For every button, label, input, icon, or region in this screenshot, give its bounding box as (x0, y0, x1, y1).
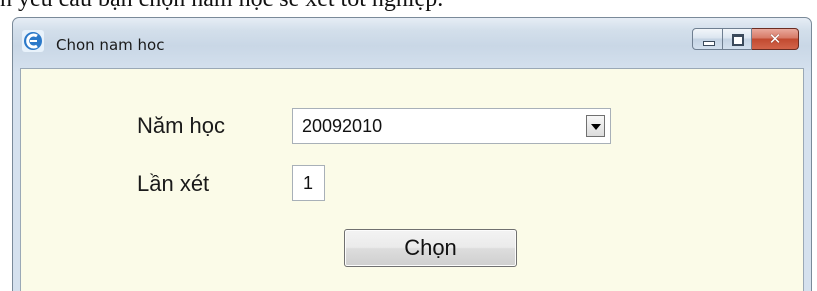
chevron-down-icon (591, 124, 601, 130)
window-controls: ✕ (692, 28, 799, 52)
minimize-button[interactable] (692, 28, 723, 50)
maximize-icon (732, 34, 744, 46)
dialog-window: Chon nam hoc ✕ Năm học 20092010 Lần xét … (12, 17, 812, 291)
close-icon: ✕ (768, 30, 782, 48)
round-label: Lần xét (137, 171, 210, 196)
year-select[interactable]: 20092010 (292, 108, 611, 144)
year-dropdown-button[interactable] (586, 115, 605, 137)
document-caption: n yêu cầu bạn chọn năm học sẽ xét tốt ng… (0, 0, 443, 13)
maximize-button[interactable] (723, 28, 752, 50)
year-select-value: 20092010 (302, 116, 383, 136)
choose-button[interactable]: Chọn (344, 229, 517, 267)
year-label: Năm học (137, 113, 226, 138)
round-input[interactable]: 1 (292, 165, 325, 201)
app-logo-icon (22, 30, 44, 52)
close-button[interactable]: ✕ (752, 28, 799, 50)
minimize-icon (703, 41, 715, 46)
window-title: Chon nam hoc (56, 36, 165, 54)
dialog-body: Năm học 20092010 Lần xét 1 Chọn (20, 68, 804, 291)
title-bar[interactable]: Chon nam hoc ✕ (13, 18, 811, 68)
